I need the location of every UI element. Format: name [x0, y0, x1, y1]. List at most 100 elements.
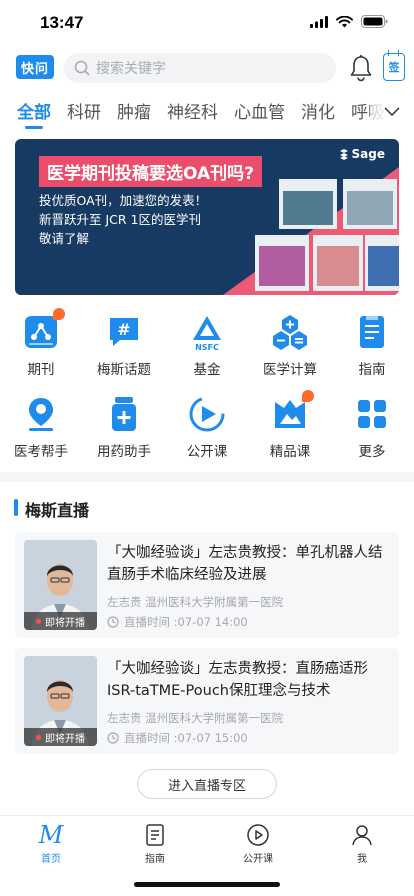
user-icon [327, 822, 397, 848]
grid-label: 医考帮手 [14, 444, 68, 460]
grid-label: 期刊 [27, 362, 55, 378]
category-tabs: 全部 科研 肿瘤 神经科 心血管 消化 呼吸 [0, 92, 414, 132]
banner-line-1: 投优质OA刊，加速您的发表！ [39, 193, 208, 208]
live-speaker: 左志贵 温州医科大学附属第一医院 [107, 595, 284, 609]
medicine-icon [104, 394, 144, 434]
nav-guide[interactable]: 指南 [120, 822, 190, 865]
tab-oncology[interactable]: 肿瘤 [117, 98, 151, 123]
svg-text:NSFC: NSFC [195, 343, 219, 352]
sign-in-button[interactable]: 签 [383, 50, 405, 81]
live-time-text: 直播时间 :07-07 15:00 [124, 731, 248, 745]
nav-label: 首页 [41, 854, 61, 865]
clock-icon [107, 732, 119, 744]
grid-label: 基金 [193, 362, 221, 378]
battery-icon [361, 15, 388, 28]
enter-live-zone-button[interactable]: 进入直播专区 [137, 769, 277, 799]
live-time-text: 直播时间 :07-07 14:00 [124, 615, 248, 629]
live-time: 直播时间 :07-07 15:00 [107, 730, 248, 746]
live-section-title: 梅斯直播 [25, 501, 90, 520]
expand-tabs-button[interactable] [370, 92, 414, 132]
status-bar: 13:47 [0, 0, 414, 46]
live-status-badge: 即将开播 [24, 612, 97, 630]
tab-digestive[interactable]: 消化 [301, 98, 335, 123]
search-placeholder: 搜索关键字 [96, 61, 166, 77]
grid-label: 指南 [358, 362, 386, 378]
exam-icon [21, 394, 61, 434]
banner-subtitle: 投优质OA刊，加速您的发表！ 新晋跃升至 JCR 1区的医学刊 敬请了解 [39, 191, 207, 248]
live-status-text: 即将开播 [45, 617, 85, 629]
grid-item-premium-course[interactable]: 精品课 [249, 390, 331, 460]
course-icon [187, 394, 227, 434]
speaker-photo: 即将开播 [24, 540, 97, 630]
document-icon [120, 822, 190, 848]
grid-item-journal[interactable]: 期刊 [0, 308, 82, 378]
hot-badge [302, 390, 314, 402]
journal-icon [21, 308, 65, 352]
grid-item-guide[interactable]: 指南 [331, 312, 413, 378]
grid-label: 更多 [358, 444, 386, 460]
nsfc-icon: NSFC [187, 312, 227, 352]
svg-text:#: # [117, 320, 130, 339]
chevron-down-icon [384, 107, 400, 117]
tab-neurology[interactable]: 神经科 [167, 98, 218, 123]
live-title: 「大咖经验谈」左志贵教授：直肠癌适形ISR-taTME-Pouch保肛理念与技术 [107, 661, 368, 699]
grid-item-fund[interactable]: NSFC 基金 [166, 312, 248, 378]
tab-cardiology[interactable]: 心血管 [234, 98, 285, 123]
live-title: 「大咖经验谈」左志贵教授：单孔机器人结直肠手术临床经验及进展 [107, 545, 383, 583]
nav-label: 指南 [145, 854, 165, 865]
home-m-icon: M [38, 821, 64, 849]
home-indicator [134, 882, 280, 887]
status-time: 13:47 [40, 13, 84, 32]
banner-brand: Sage [339, 147, 385, 161]
live-status-badge: 即将开播 [24, 728, 97, 746]
banner-line-3: 敬请了解 [39, 231, 90, 246]
sage-logo-icon [339, 149, 348, 160]
grid-label: 公开课 [186, 444, 228, 460]
nav-label: 公开课 [243, 854, 273, 865]
clock-icon [107, 616, 119, 628]
live-card[interactable]: 即将开播 「大咖经验谈」左志贵教授：单孔机器人结直肠手术临床经验及进展 左志贵 … [15, 532, 399, 638]
nav-home[interactable]: M 首页 [16, 822, 86, 865]
tab-all[interactable]: 全部 [17, 98, 51, 123]
calculator-icon [270, 312, 310, 352]
play-circle-icon [223, 822, 293, 848]
nav-me[interactable]: 我 [327, 822, 397, 865]
tab-list: 全部 科研 肿瘤 神经科 心血管 消化 呼吸 [17, 98, 385, 123]
live-card[interactable]: 即将开播 「大咖经验谈」左志贵教授：直肠癌适形ISR-taTME-Pouch保肛… [15, 648, 399, 754]
live-dot-icon [36, 618, 41, 624]
banner-line-2: 新晋跃升至 JCR 1区的医学刊 [39, 212, 201, 227]
guide-icon [352, 312, 392, 352]
active-tab-indicator [25, 126, 43, 129]
nav-label: 我 [357, 854, 367, 865]
live-speaker: 左志贵 温州医科大学附属第一医院 [107, 711, 284, 725]
grid-item-medicine[interactable]: 用药助手 [83, 394, 165, 460]
bell-icon[interactable] [348, 54, 374, 82]
wifi-icon [336, 15, 353, 27]
hot-badge [53, 308, 65, 320]
app-logo[interactable]: 快问 [16, 55, 54, 79]
promo-banner[interactable]: Sage 医学期刊投稿要选OA刊吗? 投优质OA刊，加速您的发表！ 新晋跃升至 … [15, 139, 399, 295]
topic-icon: # [104, 312, 144, 352]
grid-item-course[interactable]: 公开课 [166, 394, 248, 460]
banner-brand-text: Sage [351, 147, 385, 161]
speaker-photo: 即将开播 [24, 656, 97, 746]
tab-research[interactable]: 科研 [67, 98, 101, 123]
grid-item-calculator[interactable]: 医学计算 [249, 312, 331, 378]
grid-item-more[interactable]: 更多 [331, 394, 413, 460]
more-icon [352, 394, 392, 434]
status-icons [310, 15, 388, 28]
premium-course-icon [270, 390, 314, 434]
nav-course[interactable]: 公开课 [223, 822, 293, 865]
live-dot-icon [36, 734, 41, 740]
live-time: 直播时间 :07-07 14:00 [107, 614, 248, 630]
grid-item-topic[interactable]: # 梅斯话题 [83, 312, 165, 378]
section-title-marker [14, 499, 18, 516]
grid-label: 医学计算 [263, 362, 317, 378]
grid-item-exam[interactable]: 医考帮手 [0, 394, 82, 460]
search-icon [74, 60, 90, 76]
search-input[interactable]: 搜索关键字 [64, 53, 336, 83]
grid-label: 梅斯话题 [97, 362, 151, 378]
live-status-text: 即将开播 [45, 733, 85, 745]
grid-label: 精品课 [269, 444, 311, 460]
grid-label: 用药助手 [97, 444, 151, 460]
